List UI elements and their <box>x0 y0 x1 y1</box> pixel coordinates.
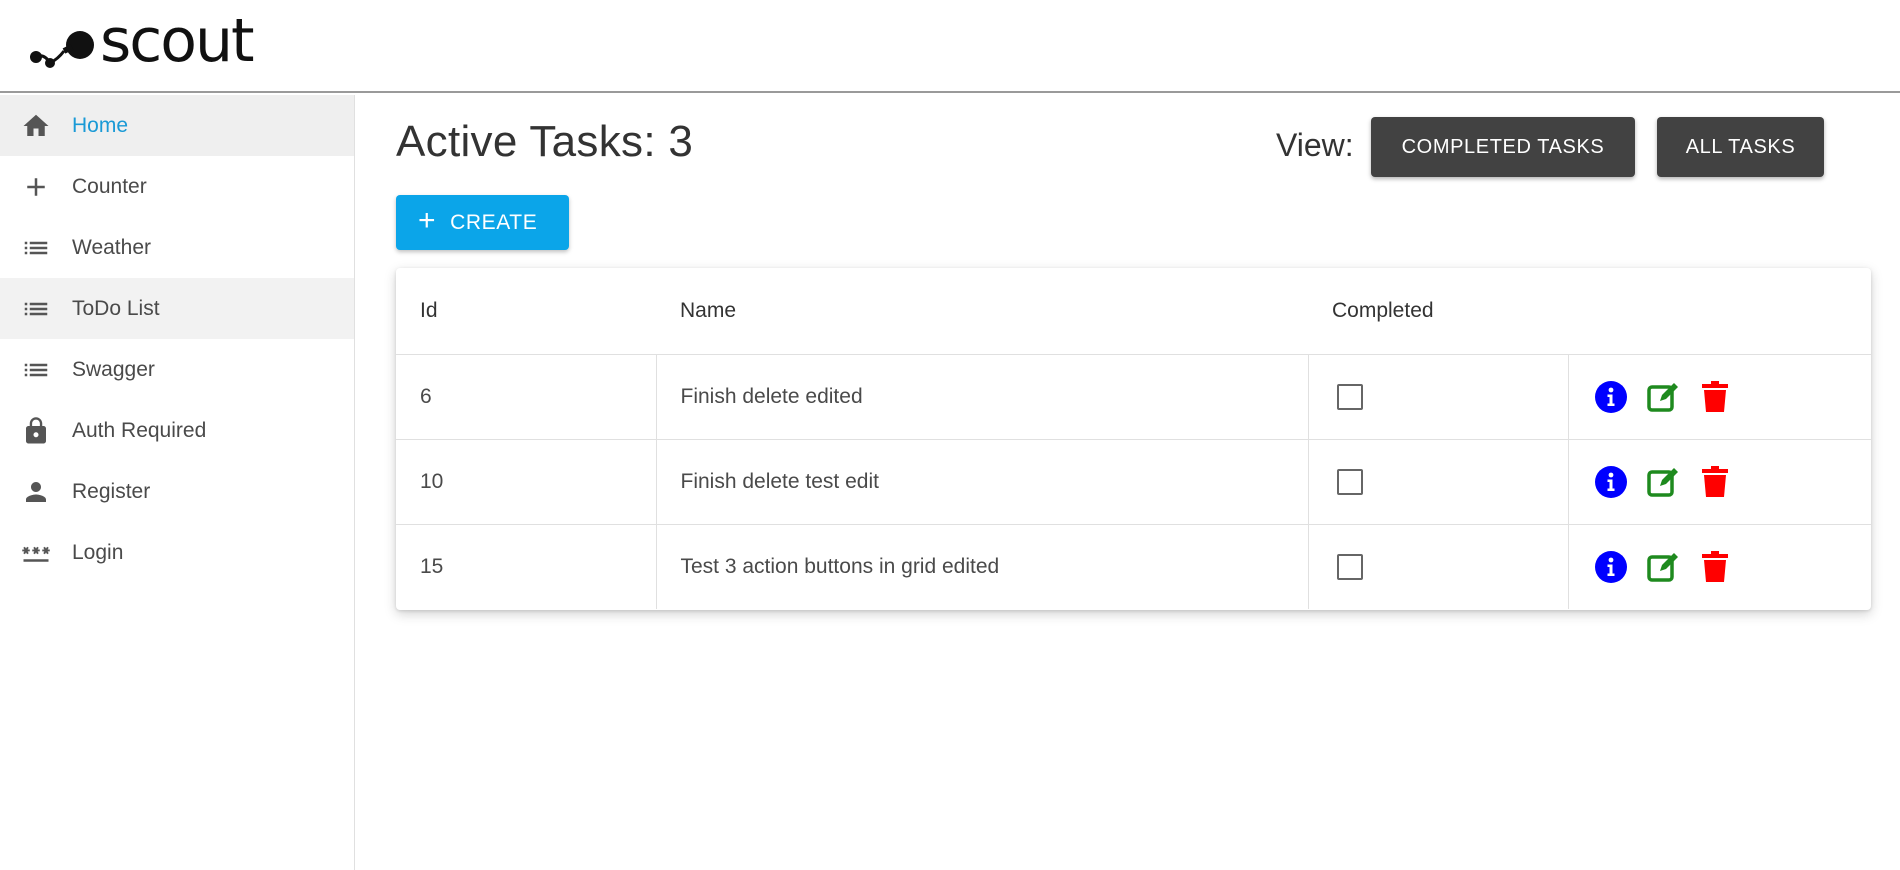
edit-icon[interactable] <box>1645 464 1681 500</box>
edit-icon[interactable] <box>1645 379 1681 415</box>
logo-text: scout <box>100 6 255 76</box>
all-tasks-button[interactable]: ALL TASKS <box>1657 117 1824 177</box>
sidebar-item-label: Auth Required <box>72 418 207 442</box>
column-header-name[interactable]: Name <box>656 268 1308 355</box>
completed-checkbox[interactable] <box>1336 383 1363 410</box>
sidebar-item-label: ToDo List <box>72 296 160 320</box>
cell-actions <box>1568 439 1871 525</box>
plus-icon: + <box>418 204 437 237</box>
completed-checkbox[interactable] <box>1336 468 1363 495</box>
lock-icon <box>20 415 52 447</box>
sidebar-item-weather[interactable]: Weather <box>0 217 354 278</box>
delete-icon[interactable] <box>1697 464 1733 500</box>
sidebar-item-label: Counter <box>72 174 147 198</box>
sidebar-item-register[interactable]: Register <box>0 461 354 522</box>
info-icon[interactable] <box>1593 464 1629 500</box>
table-row[interactable]: 6 Finish delete edited <box>396 354 1871 440</box>
scout-logo-icon <box>30 31 94 68</box>
cell-id: 10 <box>396 439 657 525</box>
sidebar-nav: Home Counter Weather ToDo List Swagger A… <box>0 95 355 870</box>
person-icon <box>20 476 52 508</box>
info-icon[interactable] <box>1593 549 1629 585</box>
create-button-label: CREATE <box>450 210 538 234</box>
password-icon <box>20 537 52 569</box>
cell-actions <box>1568 354 1871 440</box>
sidebar-item-label: Login <box>72 540 124 564</box>
cell-name: Finish delete edited <box>656 354 1309 440</box>
home-icon <box>20 110 52 142</box>
create-button[interactable]: + CREATE <box>396 195 569 250</box>
view-label: View: <box>1276 127 1354 163</box>
cell-id: 6 <box>396 354 657 440</box>
edit-icon[interactable] <box>1645 549 1681 585</box>
cell-completed <box>1308 524 1569 609</box>
sidebar-item-label: Home <box>72 113 129 137</box>
tasks-table: Id Name Completed 6 Finish delete edited <box>396 268 1871 609</box>
sidebar-item-label: Register <box>72 479 151 503</box>
table-header-row: Id Name Completed <box>396 268 1871 355</box>
sidebar-item-swagger[interactable]: Swagger <box>0 339 354 400</box>
column-header-id[interactable]: Id <box>396 268 656 355</box>
sidebar-item-auth-required[interactable]: Auth Required <box>0 400 354 461</box>
table-row[interactable]: 10 Finish delete test edit <box>396 439 1871 525</box>
sidebar-item-login[interactable]: Login <box>0 522 354 583</box>
list-icon <box>20 293 52 325</box>
cell-id: 15 <box>396 524 657 609</box>
sidebar-item-home[interactable]: Home <box>0 95 354 156</box>
tasks-table-card: Id Name Completed 6 Finish delete edited <box>396 268 1871 610</box>
completed-checkbox[interactable] <box>1336 553 1363 580</box>
cell-actions <box>1568 524 1871 609</box>
sidebar-item-label: Weather <box>72 235 151 259</box>
sidebar-item-todo-list[interactable]: ToDo List <box>0 278 354 339</box>
table-row[interactable]: 15 Test 3 action buttons in grid edited <box>396 524 1871 609</box>
sidebar-item-counter[interactable]: Counter <box>0 156 354 217</box>
list-icon <box>20 232 52 264</box>
plus-icon <box>20 171 52 203</box>
cell-name: Finish delete test edit <box>656 439 1309 525</box>
cell-completed <box>1308 354 1569 440</box>
page-title: Active Tasks: 3 <box>396 117 694 166</box>
scout-logo[interactable]: scout <box>28 6 255 76</box>
delete-icon[interactable] <box>1697 549 1733 585</box>
list-icon <box>20 354 52 386</box>
cell-name: Test 3 action buttons in grid edited <box>656 524 1309 609</box>
cell-completed <box>1308 439 1569 525</box>
delete-icon[interactable] <box>1697 379 1733 415</box>
sidebar-item-label: Swagger <box>72 357 155 381</box>
column-header-actions <box>1568 268 1871 355</box>
info-icon[interactable] <box>1593 379 1629 415</box>
completed-tasks-button[interactable]: COMPLETED TASKS <box>1371 117 1635 177</box>
app-header: scout <box>0 0 1900 93</box>
column-header-completed[interactable]: Completed <box>1308 268 1568 355</box>
